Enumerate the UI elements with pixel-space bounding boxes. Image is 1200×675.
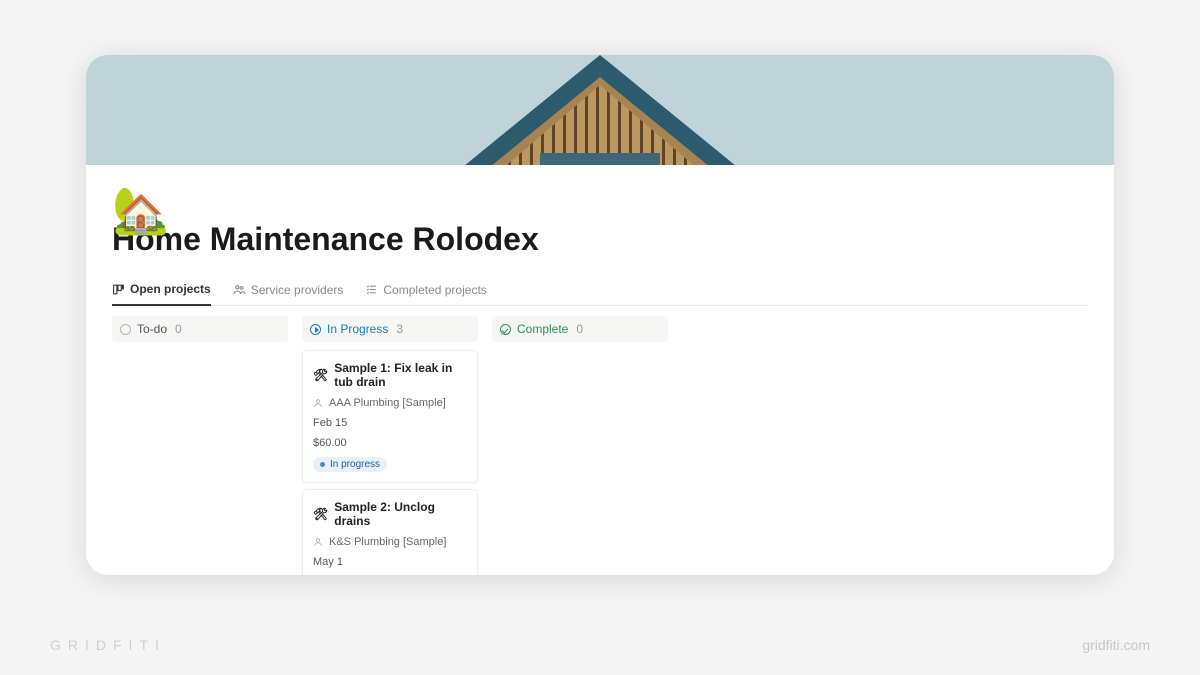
column-header-todo[interactable]: To-do 0 (112, 316, 288, 342)
page-title: Home Maintenance Rolodex (112, 221, 1088, 258)
column-count: 0 (175, 322, 182, 336)
project-card[interactable]: 🛠 Sample 2: Unclog drains K&S Plumbing [… (302, 489, 478, 575)
tab-completed-projects[interactable]: Completed projects (365, 276, 486, 305)
card-date: May 1 (313, 556, 467, 568)
status-badge: In progress (313, 457, 387, 472)
page-content: 🏡 Home Maintenance Rolodex Open projects… (86, 221, 1114, 575)
card-list: 🛠 Sample 1: Fix leak in tub drain AAA Pl… (302, 350, 478, 575)
card-title: Sample 2: Unclog drains (334, 500, 467, 528)
person-icon (313, 398, 323, 408)
tab-label: Completed projects (383, 283, 486, 297)
view-tabs: Open projects Service providers Complete… (112, 276, 1088, 306)
tab-label: Service providers (251, 283, 344, 297)
card-amount: $60.00 (313, 437, 467, 449)
column-label: Complete (517, 322, 568, 336)
board-icon (112, 283, 125, 296)
column-count: 3 (396, 322, 403, 336)
column-header-progress[interactable]: In Progress 3 (302, 316, 478, 342)
column-todo: To-do 0 (112, 316, 288, 342)
circle-icon (120, 324, 131, 335)
people-icon (233, 283, 246, 296)
tab-open-projects[interactable]: Open projects (112, 276, 211, 306)
column-header-complete[interactable]: Complete 0 (492, 316, 668, 342)
card-title: Sample 1: Fix leak in tub drain (334, 361, 467, 389)
column-count: 0 (576, 322, 583, 336)
column-label: In Progress (327, 322, 388, 336)
progress-icon (310, 324, 321, 335)
page-icon[interactable]: 🏡 (112, 187, 169, 233)
kanban-board: To-do 0 In Progress 3 🛠 Sample 1: Fix le… (112, 316, 1088, 575)
check-circle-icon (500, 324, 511, 335)
cover-image (86, 55, 1114, 165)
cover-window (540, 153, 660, 165)
tools-icon: 🛠 (313, 507, 328, 521)
status-label: In progress (330, 459, 380, 470)
watermark-right: gridfiti.com (1082, 637, 1150, 653)
bullet-icon (320, 462, 325, 467)
card-date: Feb 15 (313, 417, 467, 429)
column-complete: Complete 0 (492, 316, 668, 342)
person-icon (313, 537, 323, 547)
tab-label: Open projects (130, 282, 211, 296)
project-card[interactable]: 🛠 Sample 1: Fix leak in tub drain AAA Pl… (302, 350, 478, 483)
card-vendor: AAA Plumbing [Sample] (329, 397, 446, 409)
tools-icon: 🛠 (313, 368, 328, 382)
card-vendor: K&S Plumbing [Sample] (329, 536, 446, 548)
list-icon (365, 283, 378, 296)
column-label: To-do (137, 322, 167, 336)
watermark-left: GRIDFITI (50, 637, 166, 653)
column-in-progress: In Progress 3 🛠 Sample 1: Fix leak in tu… (302, 316, 478, 575)
app-window: 🏡 Home Maintenance Rolodex Open projects… (86, 55, 1114, 575)
tab-service-providers[interactable]: Service providers (233, 276, 344, 305)
